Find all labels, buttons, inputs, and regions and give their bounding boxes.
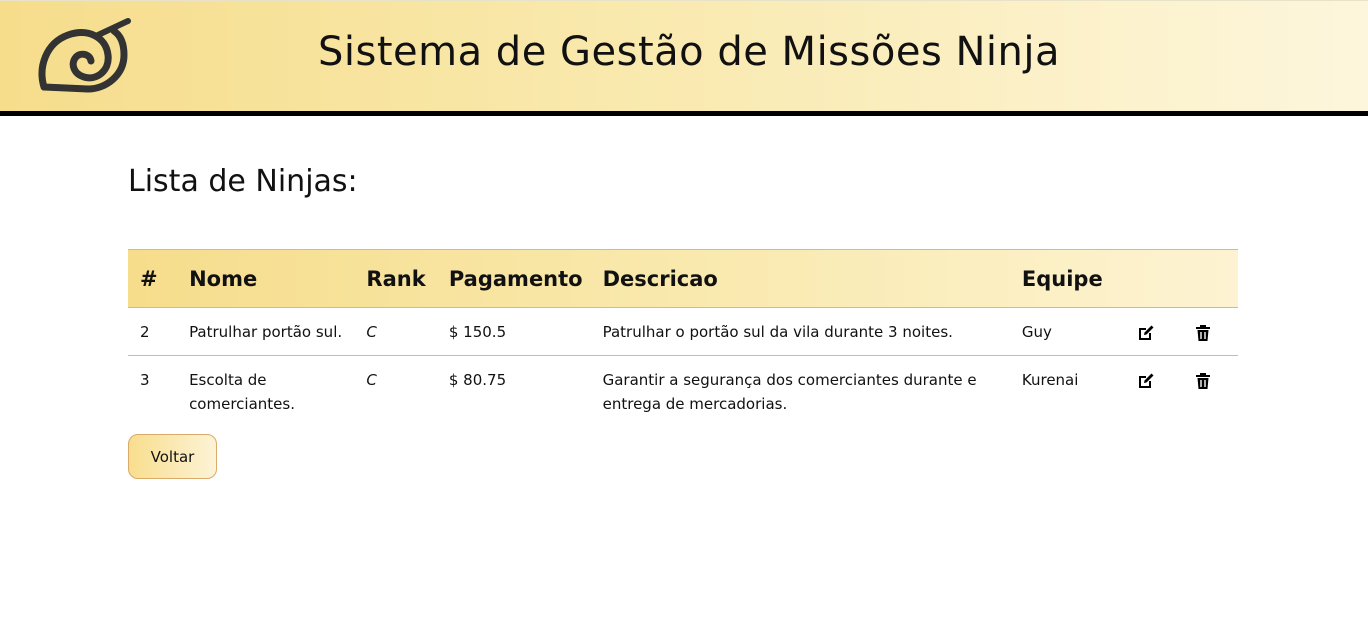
edit-icon[interactable] xyxy=(1136,371,1156,391)
cell-descricao: Garantir a segurança dos comerciantes du… xyxy=(602,371,977,413)
cell-id: 3 xyxy=(140,371,150,389)
cell-equipe: Guy xyxy=(1009,307,1124,356)
back-button[interactable]: Voltar xyxy=(128,434,217,479)
missions-table: # Nome Rank Pagamento Descricao Equipe 2… xyxy=(128,249,1238,427)
cell-nome: Patrulhar portão sul. xyxy=(177,307,355,356)
cell-delete xyxy=(1180,307,1238,356)
column-header-pagamento: Pagamento xyxy=(436,249,591,308)
cell-pagamento: $ 80.75 xyxy=(448,371,507,389)
cell-edit xyxy=(1124,356,1181,428)
column-header-equipe: Equipe xyxy=(1009,249,1124,308)
cell-nome: Escolta de comerciantes. xyxy=(189,371,295,413)
column-header-nome: Nome xyxy=(177,249,355,308)
cell-rank: C xyxy=(366,371,377,389)
app-header: Sistema de Gestão de Missões Ninja xyxy=(0,0,1368,116)
table-row: 3 Escolta de comerciantes. C $ 80.75 Gar… xyxy=(128,356,1238,428)
column-header-edit xyxy=(1123,249,1181,308)
cell-edit xyxy=(1123,307,1181,356)
column-header-descricao: Descricao xyxy=(590,249,1010,308)
column-header-id: # xyxy=(128,249,178,308)
table-row: 2 Patrulhar portão sul. C $ 150.5 Patrul… xyxy=(128,307,1238,356)
cell-id: 2 xyxy=(128,307,178,356)
column-header-delete xyxy=(1180,249,1238,308)
trash-icon[interactable] xyxy=(1193,323,1213,343)
edit-icon[interactable] xyxy=(1136,323,1156,343)
page-title: Lista de Ninjas: xyxy=(128,164,358,199)
cell-pagamento: $ 150.5 xyxy=(436,307,591,356)
column-header-rank: Rank xyxy=(354,249,437,308)
cell-delete xyxy=(1181,356,1238,428)
cell-descricao: Patrulhar o portão sul da vila durante 3… xyxy=(590,307,1010,356)
trash-icon[interactable] xyxy=(1193,371,1213,391)
app-title: Sistema de Gestão de Missões Ninja xyxy=(317,29,1061,75)
cell-rank: C xyxy=(354,307,437,356)
table-header-row: # Nome Rank Pagamento Descricao Equipe xyxy=(128,249,1238,308)
cell-equipe: Kurenai xyxy=(1021,371,1079,389)
